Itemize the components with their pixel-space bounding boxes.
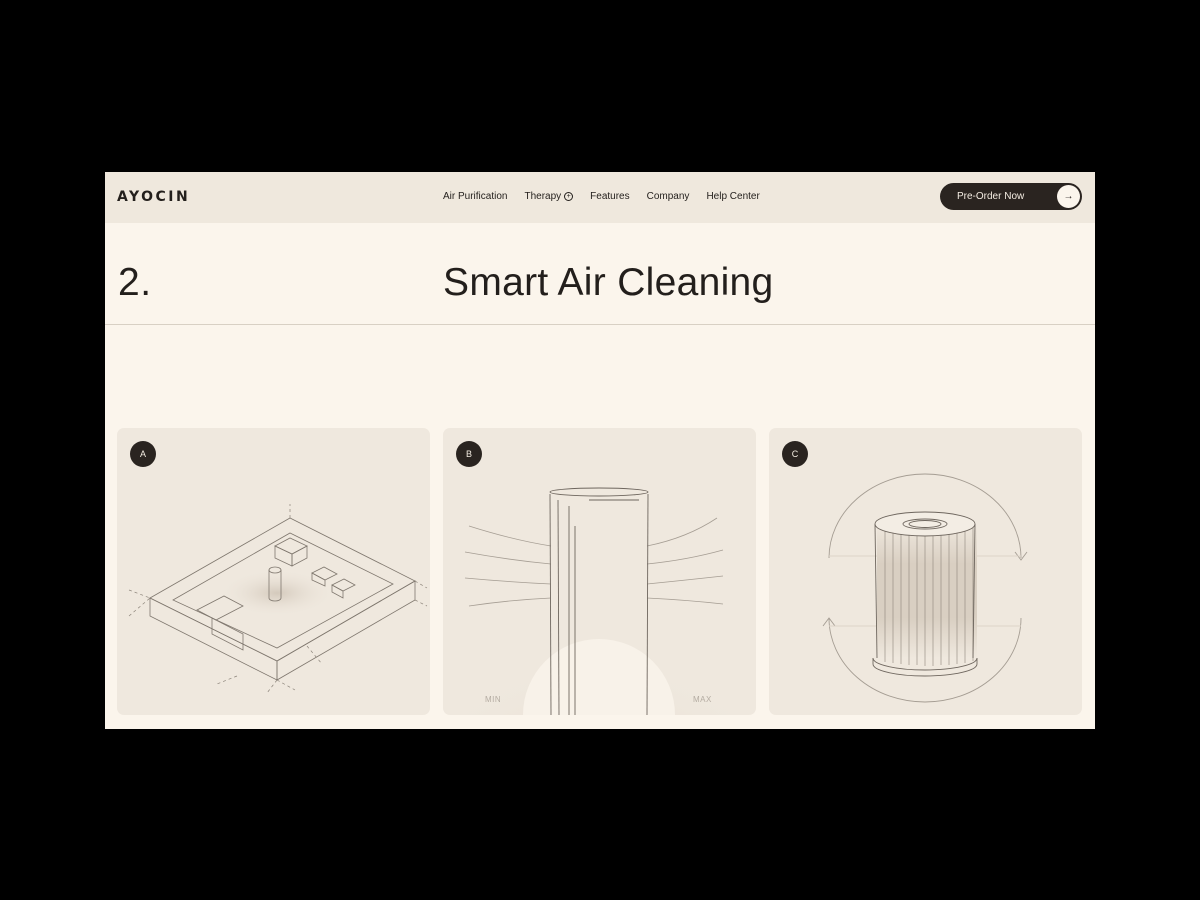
nav-item-therapy-label: Therapy bbox=[524, 191, 562, 202]
section-divider bbox=[105, 324, 1095, 325]
nav-item-therapy[interactable]: Therapy + bbox=[524, 191, 574, 202]
scale-max-label: MAX bbox=[693, 695, 712, 704]
page-frame: AYOCIN Air Purification Therapy + Featur… bbox=[105, 172, 1095, 729]
navbar: AYOCIN Air Purification Therapy + Featur… bbox=[105, 172, 1095, 223]
brand-logo[interactable]: AYOCIN bbox=[117, 189, 190, 205]
nav-item-features[interactable]: Features bbox=[590, 191, 629, 202]
scale-min-label: MIN bbox=[485, 695, 502, 704]
feature-card-c: C bbox=[769, 428, 1082, 715]
arrow-right-icon: → bbox=[1057, 185, 1080, 208]
isometric-room-illustration bbox=[128, 504, 428, 694]
plus-circle-icon: + bbox=[564, 192, 574, 201]
card-badge-c: C bbox=[782, 441, 808, 467]
section-number: 2. bbox=[118, 261, 152, 304]
feature-card-a: A bbox=[117, 428, 430, 715]
section-title: Smart Air Cleaning bbox=[443, 261, 774, 304]
rotating-filter-illustration bbox=[822, 473, 1028, 703]
pre-order-button-label: Pre-Order Now bbox=[957, 191, 1025, 202]
air-tower-illustration bbox=[449, 487, 749, 715]
nav-item-company[interactable]: Company bbox=[647, 191, 690, 202]
feature-card-b: B MIN MAX bbox=[443, 428, 756, 715]
card-badge-a: A bbox=[130, 441, 156, 467]
nav-item-air-purification[interactable]: Air Purification bbox=[443, 191, 507, 202]
nav-item-help-center[interactable]: Help Center bbox=[706, 191, 759, 202]
card-badge-b: B bbox=[456, 441, 482, 467]
nav-links: Air Purification Therapy + Features Comp… bbox=[443, 191, 760, 202]
pre-order-button[interactable]: Pre-Order Now → bbox=[940, 183, 1082, 210]
